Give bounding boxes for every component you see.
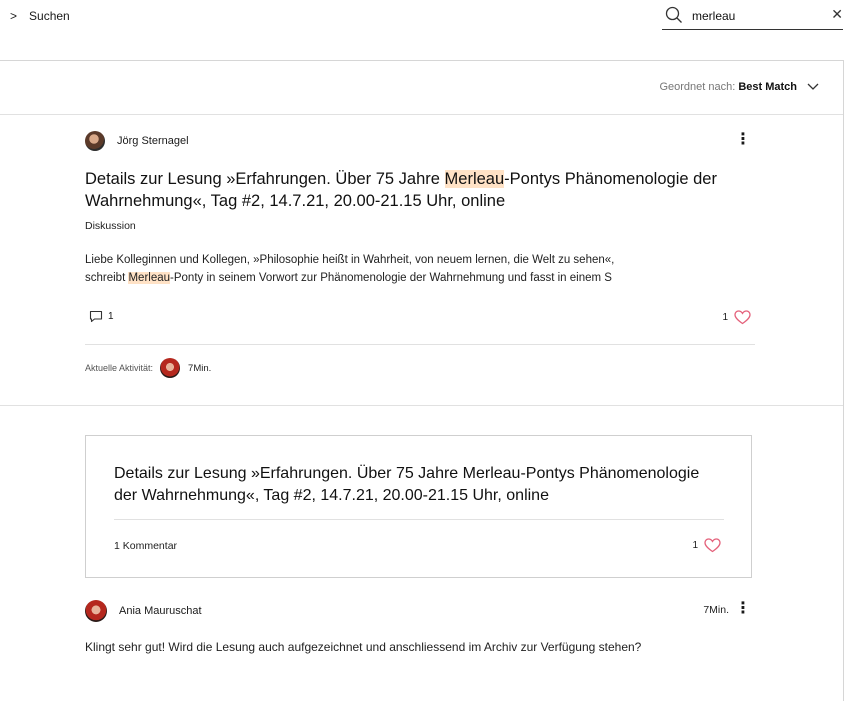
divider: [114, 519, 724, 520]
quoted-post-card[interactable]: Details zur Lesung »Erfahrungen. Über 75…: [85, 435, 752, 578]
sort-prefix: Geordnet nach:: [659, 81, 736, 93]
search-highlight: Merleau: [128, 272, 171, 284]
like-count: 1: [692, 540, 698, 551]
divider: [0, 405, 843, 406]
sort-dropdown[interactable]: Geordnet nach: Best Match: [659, 81, 819, 93]
category-tag[interactable]: Diskussion: [85, 220, 755, 232]
chevron-down-icon[interactable]: [807, 83, 819, 91]
like-count: 1: [722, 312, 728, 323]
like-button[interactable]: 1: [722, 310, 751, 325]
excerpt-line: schreibt Merleau-Ponty in seinem Vorwort…: [85, 269, 745, 287]
top-bar: > Suchen ✕: [0, 0, 845, 34]
title-part: Details zur Lesung »Erfahrungen. Über 75…: [85, 170, 445, 188]
avatar[interactable]: [85, 600, 107, 622]
comment-count: 1: [108, 311, 114, 322]
reply-text: Klingt sehr gut! Wird die Lesung auch au…: [85, 640, 642, 654]
heart-icon[interactable]: [704, 538, 721, 553]
search-box: ✕: [662, 4, 843, 30]
post-meta: 1 1: [85, 310, 755, 345]
search-icon[interactable]: [665, 6, 683, 24]
chevron-right-icon: >: [10, 9, 18, 23]
search-highlight: Merleau: [444, 170, 505, 188]
results-panel: Geordnet nach: Best Match Jörg Sternagel…: [0, 60, 844, 701]
excerpt-part: -Ponty in seinem Vorwort zur Phänomenolo…: [170, 272, 612, 284]
excerpt-line: Liebe Kolleginnen und Kollegen, »Philoso…: [85, 254, 615, 266]
card-like-button[interactable]: 1: [692, 538, 721, 553]
activity-label: Aktuelle Aktivität:: [85, 363, 154, 373]
reply-time: 7Min.: [703, 604, 729, 616]
reply-author[interactable]: Ania Mauruschat: [85, 600, 755, 622]
avatar[interactable]: [85, 131, 105, 151]
comment-icon: [89, 310, 103, 323]
card-title[interactable]: Details zur Lesung »Erfahrungen. Über 75…: [114, 463, 724, 507]
excerpt-part: schreibt: [85, 272, 129, 284]
sort-value: Best Match: [738, 81, 797, 93]
recent-activity: Aktuelle Aktivität: 7Min.: [85, 358, 755, 378]
avatar[interactable]: [160, 358, 181, 378]
author-name[interactable]: Ania Mauruschat: [119, 605, 202, 617]
close-icon[interactable]: ✕: [831, 6, 843, 23]
result-post: Jörg Sternagel ⋮ Details zur Lesung »Erf…: [85, 131, 755, 378]
comments-button[interactable]: 1: [89, 310, 114, 323]
post-excerpt: Liebe Kolleginnen und Kollegen, »Philoso…: [85, 251, 745, 287]
more-vertical-icon[interactable]: ⋮: [735, 131, 751, 149]
activity-time: 7Min.: [188, 362, 212, 374]
breadcrumb-label[interactable]: Suchen: [29, 9, 70, 23]
reply-comment: Ania Mauruschat 7Min. ⋮ Klingt sehr gut!…: [85, 600, 755, 654]
search-input[interactable]: [692, 7, 812, 25]
heart-icon[interactable]: [734, 310, 751, 325]
more-vertical-icon[interactable]: ⋮: [735, 600, 751, 618]
breadcrumb[interactable]: > Suchen: [10, 9, 70, 23]
post-author[interactable]: Jörg Sternagel: [85, 131, 755, 151]
card-comments[interactable]: 1 Kommentar: [114, 540, 177, 552]
sort-bar: Geordnet nach: Best Match: [0, 61, 843, 115]
author-name[interactable]: Jörg Sternagel: [117, 135, 189, 147]
post-title[interactable]: Details zur Lesung »Erfahrungen. Über 75…: [85, 168, 755, 212]
